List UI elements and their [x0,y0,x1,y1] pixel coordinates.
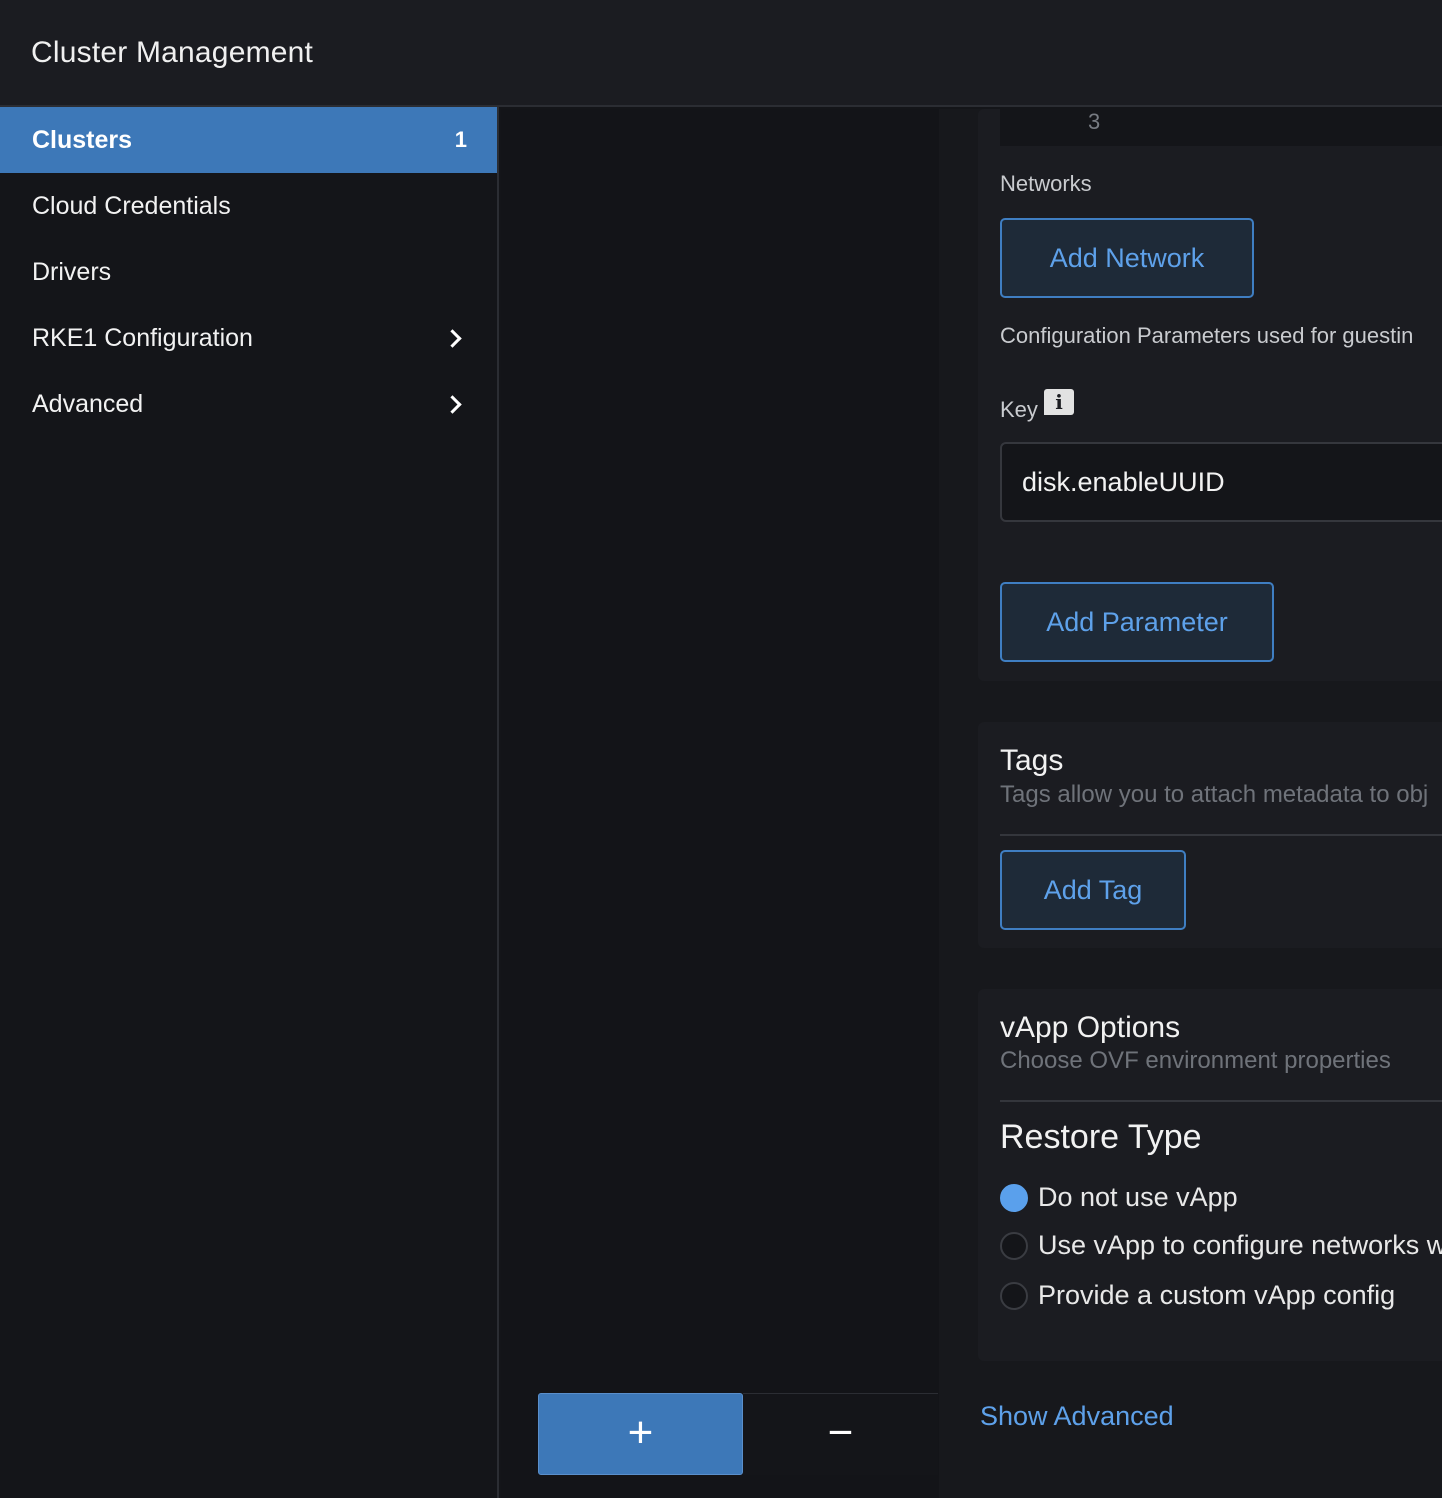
radio-use-vapp-networks[interactable]: Use vApp to configure networks w [1000,1230,1442,1261]
app-window: Cluster Management Clusters 1 Cloud Cred… [0,0,1442,1498]
app-header: Cluster Management [0,0,1442,107]
tags-subtitle: Tags allow you to attach metadata to obj [1000,781,1429,808]
radio-label: Use vApp to configure networks w [1038,1230,1442,1260]
divider [1000,1100,1442,1102]
add-network-button[interactable]: Add Network [1000,218,1254,298]
remove-pool-button[interactable]: − [743,1393,938,1475]
vapp-options-subtitle: Choose OVF environment properties [1000,1047,1391,1074]
radio-do-not-use-vapp[interactable]: Do not use vApp [1000,1182,1238,1213]
vapp-options-title: vApp Options [1000,1011,1181,1044]
radio-custom-vapp-config[interactable]: Provide a custom vApp config [1000,1280,1395,1311]
sidebar-item-cloud-credentials[interactable]: Cloud Credentials [0,173,497,239]
sidebar-item-label: Clusters [32,125,133,154]
show-advanced-link[interactable]: Show Advanced [980,1401,1174,1432]
sidebar-item-clusters[interactable]: Clusters 1 [0,107,497,173]
radio-unchecked-icon[interactable] [1000,1281,1028,1310]
key-label: Key [1000,397,1038,422]
config-params-label: Configuration Parameters used for guesti… [1000,323,1414,348]
restore-type-title: Restore Type [1000,1118,1202,1156]
machine-pool-column [501,109,939,1498]
sidebar-item-label: Drivers [32,257,112,286]
networks-label: Networks [1000,171,1092,196]
pool-stepper: + − [538,1393,938,1475]
radio-label: Provide a custom vApp config [1038,1280,1396,1310]
chevron-right-icon [443,394,462,414]
page-title: Cluster Management [31,36,314,69]
add-parameter-button[interactable]: Add Parameter [1000,582,1274,662]
sidebar: Clusters 1 Cloud Credentials Drivers RKE… [0,107,499,1498]
radio-checked-icon[interactable] [1000,1183,1028,1212]
radio-label: Do not use vApp [1038,1182,1238,1212]
sidebar-item-advanced[interactable]: Advanced [0,371,497,437]
sidebar-item-label: Advanced [32,389,144,418]
count-field-value: 3 [1088,109,1101,134]
add-tag-button[interactable]: Add Tag [1000,850,1186,930]
divider [1000,834,1442,836]
sidebar-item-drivers[interactable]: Drivers [0,239,497,305]
count-field[interactable]: 3 [1000,109,1442,146]
sidebar-item-label: Cloud Credentials [32,191,231,220]
sidebar-item-label: RKE1 Configuration [32,323,253,352]
add-pool-button[interactable]: + [538,1393,743,1475]
count-badge: 1 [454,127,467,152]
sidebar-item-rke1-configuration[interactable]: RKE1 Configuration [0,305,497,371]
chevron-right-icon [443,328,462,348]
info-icon[interactable]: i [1044,389,1074,415]
radio-unchecked-icon[interactable] [1000,1231,1028,1260]
tags-title: Tags [1000,744,1064,777]
key-input[interactable]: disk.enableUUID [1000,442,1442,522]
